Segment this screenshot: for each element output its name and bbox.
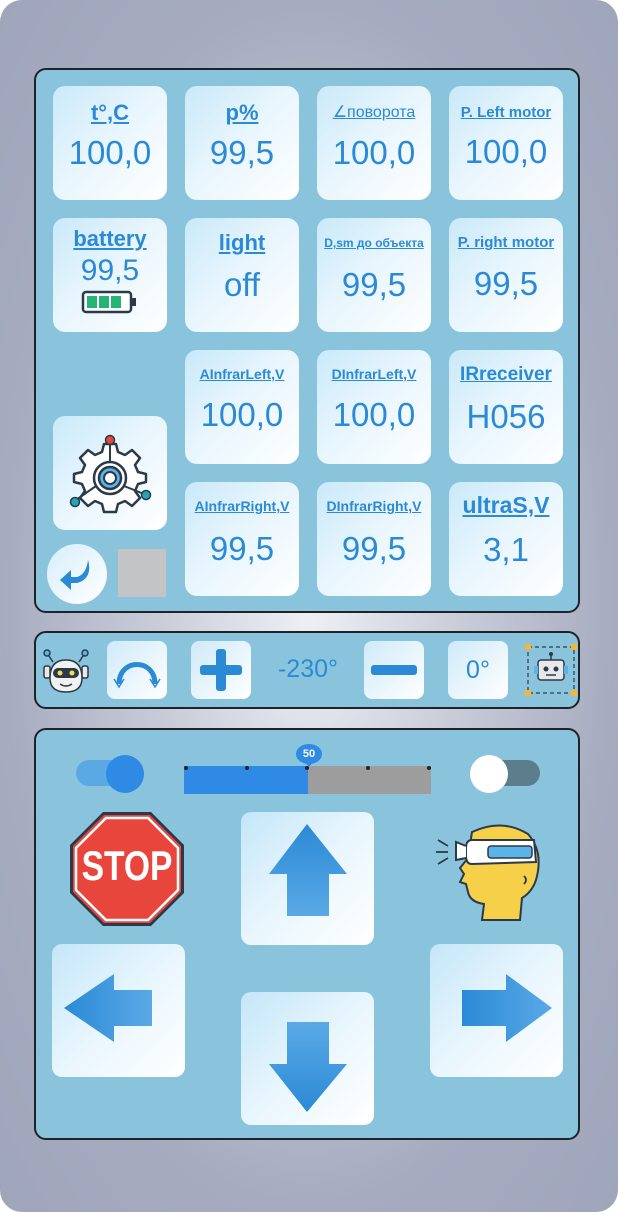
slider-track-filled <box>184 766 308 794</box>
left-toggle[interactable] <box>76 755 146 793</box>
slider-tick <box>245 766 249 770</box>
tile-left-motor: P. Left motor 100,0 <box>449 86 563 200</box>
pressure-label: p% <box>225 100 259 125</box>
distance-value: 99,5 <box>341 266 407 303</box>
d-infrar-left-label: DInfrarLeft,V <box>331 366 417 382</box>
return-arrow-icon <box>60 560 90 590</box>
ultrasonic-value: 3,1 <box>483 531 529 568</box>
distance-label: D,sm до объекта <box>324 236 424 250</box>
gear-network-icon <box>69 434 152 514</box>
drive-panel: 50 STOP <box>34 728 580 1140</box>
left-motor-label: P. Left motor <box>460 104 552 121</box>
status-square <box>118 549 166 597</box>
tile-distance: D,sm до объекта 99,5 <box>317 218 431 332</box>
right-motor-label: P. right motor <box>457 234 555 251</box>
speed-slider[interactable]: 50 <box>184 744 432 800</box>
light-value: off <box>223 266 261 303</box>
device-frame: t°,C 100,0 p% 99,5 ∠поворота 100,0 P. Le… <box>0 0 618 1212</box>
tile-d-infrar-left: DInfrarLeft,V 100,0 <box>317 350 431 464</box>
ir-receiver-label: IRreceiver <box>460 364 552 385</box>
temperature-label: t°,C <box>90 100 130 125</box>
sensor-panel: t°,C 100,0 p% 99,5 ∠поворота 100,0 P. Le… <box>34 68 580 613</box>
tile-ultrasonic: ultraS,V 3,1 <box>449 482 563 596</box>
left-button[interactable] <box>52 944 185 1077</box>
d-infrar-right-value: 99,5 <box>341 530 407 567</box>
plus-icon <box>200 649 242 691</box>
pressure-value: 99,5 <box>209 134 275 171</box>
rotation-bar: -230° 0° <box>34 631 580 709</box>
backward-button[interactable] <box>241 992 374 1125</box>
battery-icon <box>81 290 136 314</box>
tile-a-infrar-left: AInfrarLeft,V 100,0 <box>185 350 299 464</box>
vr-headset-head-icon[interactable] <box>432 818 546 928</box>
a-infrar-right-label: AInfrarRight,V <box>194 498 290 514</box>
tile-pressure: p% 99,5 <box>185 86 299 200</box>
slider-tick <box>184 766 188 770</box>
increase-angle-button[interactable] <box>191 641 251 699</box>
ultrasonic-label: ultraS,V <box>462 492 550 518</box>
robot-head-icon[interactable] <box>38 642 94 698</box>
battery-value: 99,5 <box>80 254 140 287</box>
a-infrar-left-value: 100,0 <box>200 396 284 433</box>
arrow-right-icon <box>462 974 552 1042</box>
tile-battery: battery 99,5 <box>53 218 167 332</box>
d-infrar-right-label: DInfrarRight,V <box>326 498 422 514</box>
battery-label: battery <box>73 226 147 251</box>
right-motor-value: 99,5 <box>473 265 539 302</box>
servo-value: 0° <box>466 655 490 684</box>
slider-value: 50 <box>302 748 316 760</box>
back-button[interactable] <box>47 544 107 604</box>
light-label: light <box>218 230 266 255</box>
tile-ir-receiver: IRreceiver H056 <box>449 350 563 464</box>
stop-button[interactable]: STOP <box>68 810 186 928</box>
tile-a-infrar-right: AInfrarRight,V 99,5 <box>185 482 299 596</box>
ir-receiver-value: H056 <box>466 398 546 435</box>
arrow-left-icon <box>64 974 152 1042</box>
stop-label: STOP <box>81 842 173 889</box>
right-toggle-knob <box>470 755 508 793</box>
right-toggle[interactable] <box>470 755 542 793</box>
left-toggle-knob <box>106 755 144 793</box>
a-infrar-right-value: 99,5 <box>209 530 275 567</box>
arrow-down-icon <box>269 1022 347 1112</box>
slider-pointer <box>304 761 314 767</box>
tile-right-motor: P. right motor 99,5 <box>449 218 563 332</box>
left-motor-value: 100,0 <box>464 133 548 170</box>
robot-frame-icon[interactable] <box>524 643 578 697</box>
tile-temperature: t°,C 100,0 <box>53 86 167 200</box>
arc-rotate-icon <box>113 662 161 689</box>
forward-button[interactable] <box>241 812 374 945</box>
a-infrar-left-label: AInfrarLeft,V <box>199 366 285 382</box>
d-infrar-left-value: 100,0 <box>332 396 416 433</box>
settings-button[interactable] <box>53 416 167 530</box>
right-button[interactable] <box>430 944 563 1077</box>
minus-icon <box>371 665 417 675</box>
servo-value-box[interactable]: 0° <box>448 641 508 699</box>
tile-light: light off <box>185 218 299 332</box>
rotate-arc-button[interactable] <box>107 641 167 699</box>
tile-rotation: ∠поворота 100,0 <box>317 86 431 200</box>
temperature-value: 100,0 <box>68 134 152 171</box>
slider-tick <box>427 766 431 770</box>
slider-tick <box>366 766 370 770</box>
angle-value: -230° <box>277 655 339 683</box>
decrease-angle-button[interactable] <box>364 641 424 699</box>
arrow-up-icon <box>269 824 347 916</box>
rotation-label: ∠поворота <box>332 104 416 121</box>
tile-d-infrar-right: DInfrarRight,V 99,5 <box>317 482 431 596</box>
rotation-value: 100,0 <box>332 134 416 171</box>
